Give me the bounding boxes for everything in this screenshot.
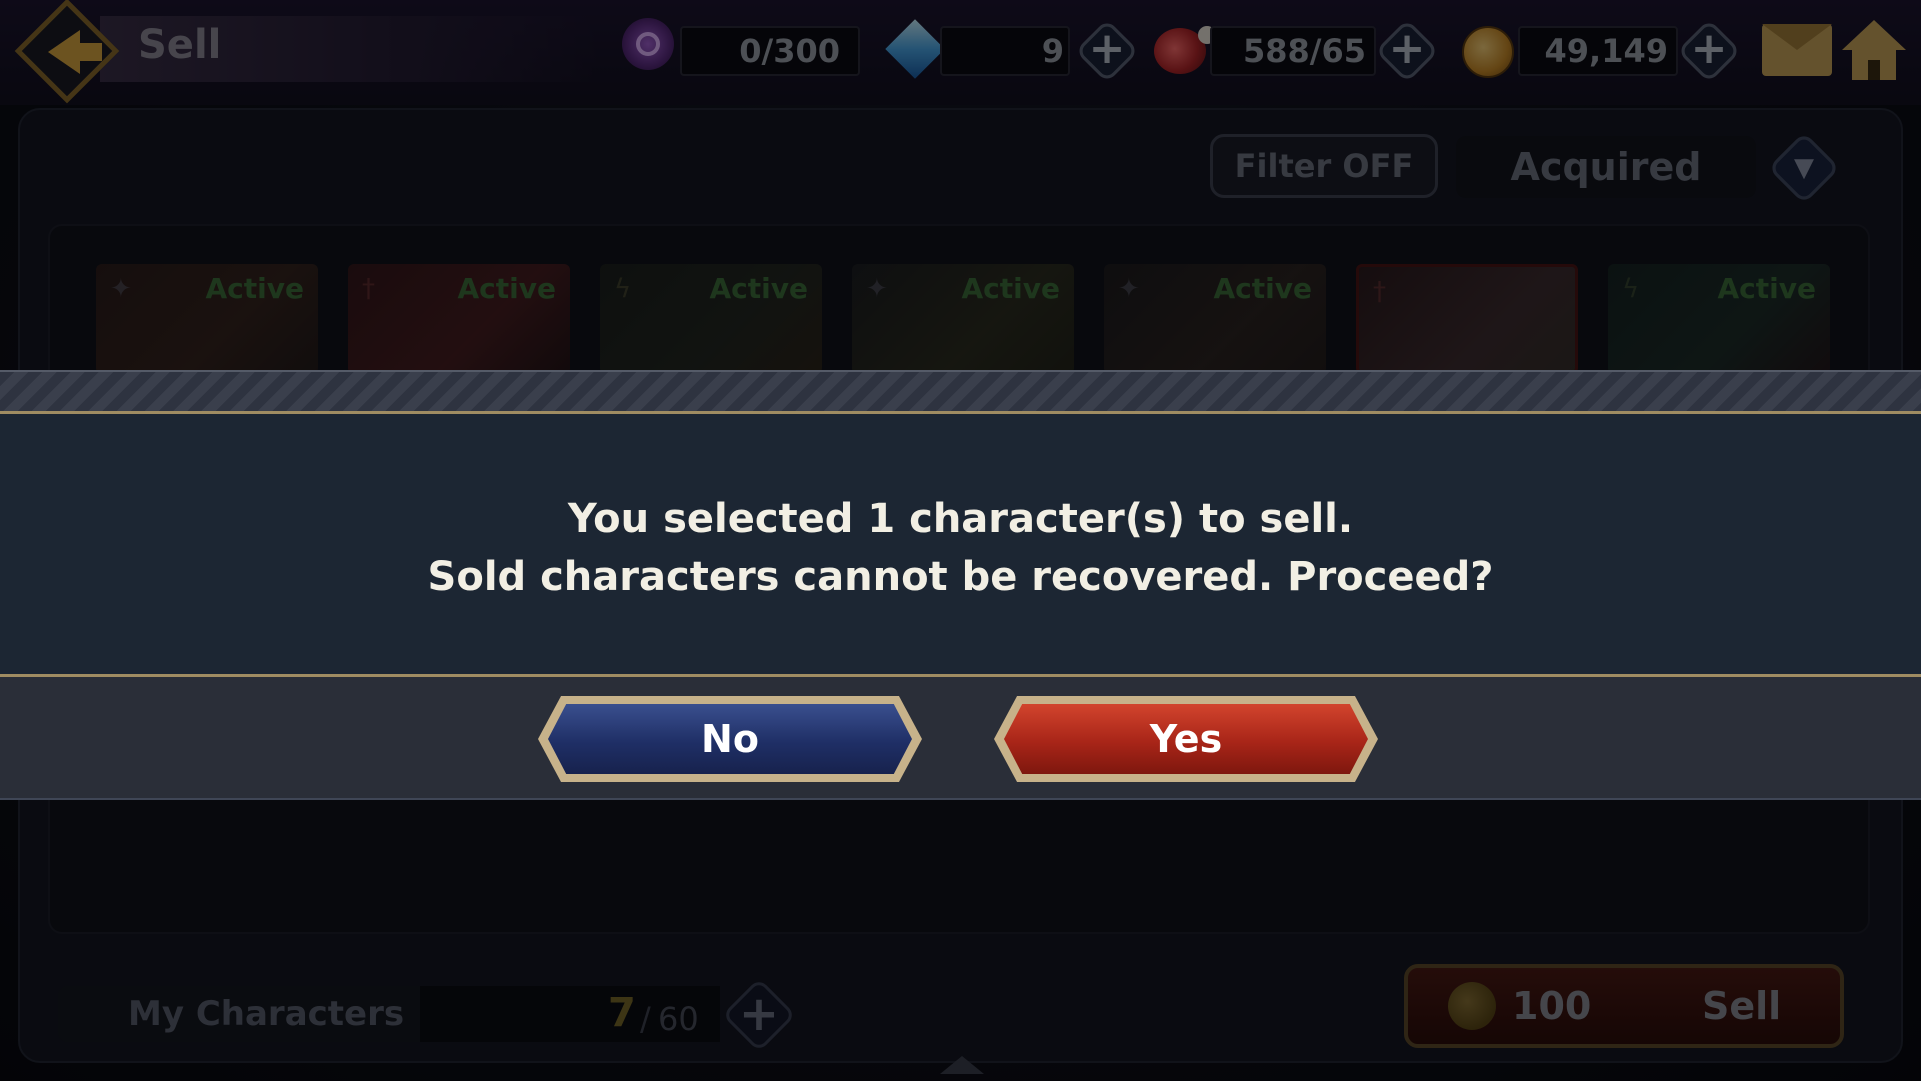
yes-button-label: Yes	[1149, 717, 1223, 761]
dialog-message: You selected 1 character(s) to sell. Sol…	[0, 490, 1921, 606]
dialog-footer	[0, 674, 1921, 800]
dialog-message-line1: You selected 1 character(s) to sell.	[567, 496, 1354, 542]
no-button-label: No	[701, 717, 759, 761]
dialog-message-line2: Sold characters cannot be recovered. Pro…	[427, 554, 1494, 600]
yes-button[interactable]: Yes	[994, 696, 1378, 782]
sell-screen: Sell 0/300 9 + 588/65 + 49,149 + Filter …	[0, 0, 1921, 1081]
dialog-header-strip	[0, 370, 1921, 414]
no-button[interactable]: No	[538, 696, 922, 782]
